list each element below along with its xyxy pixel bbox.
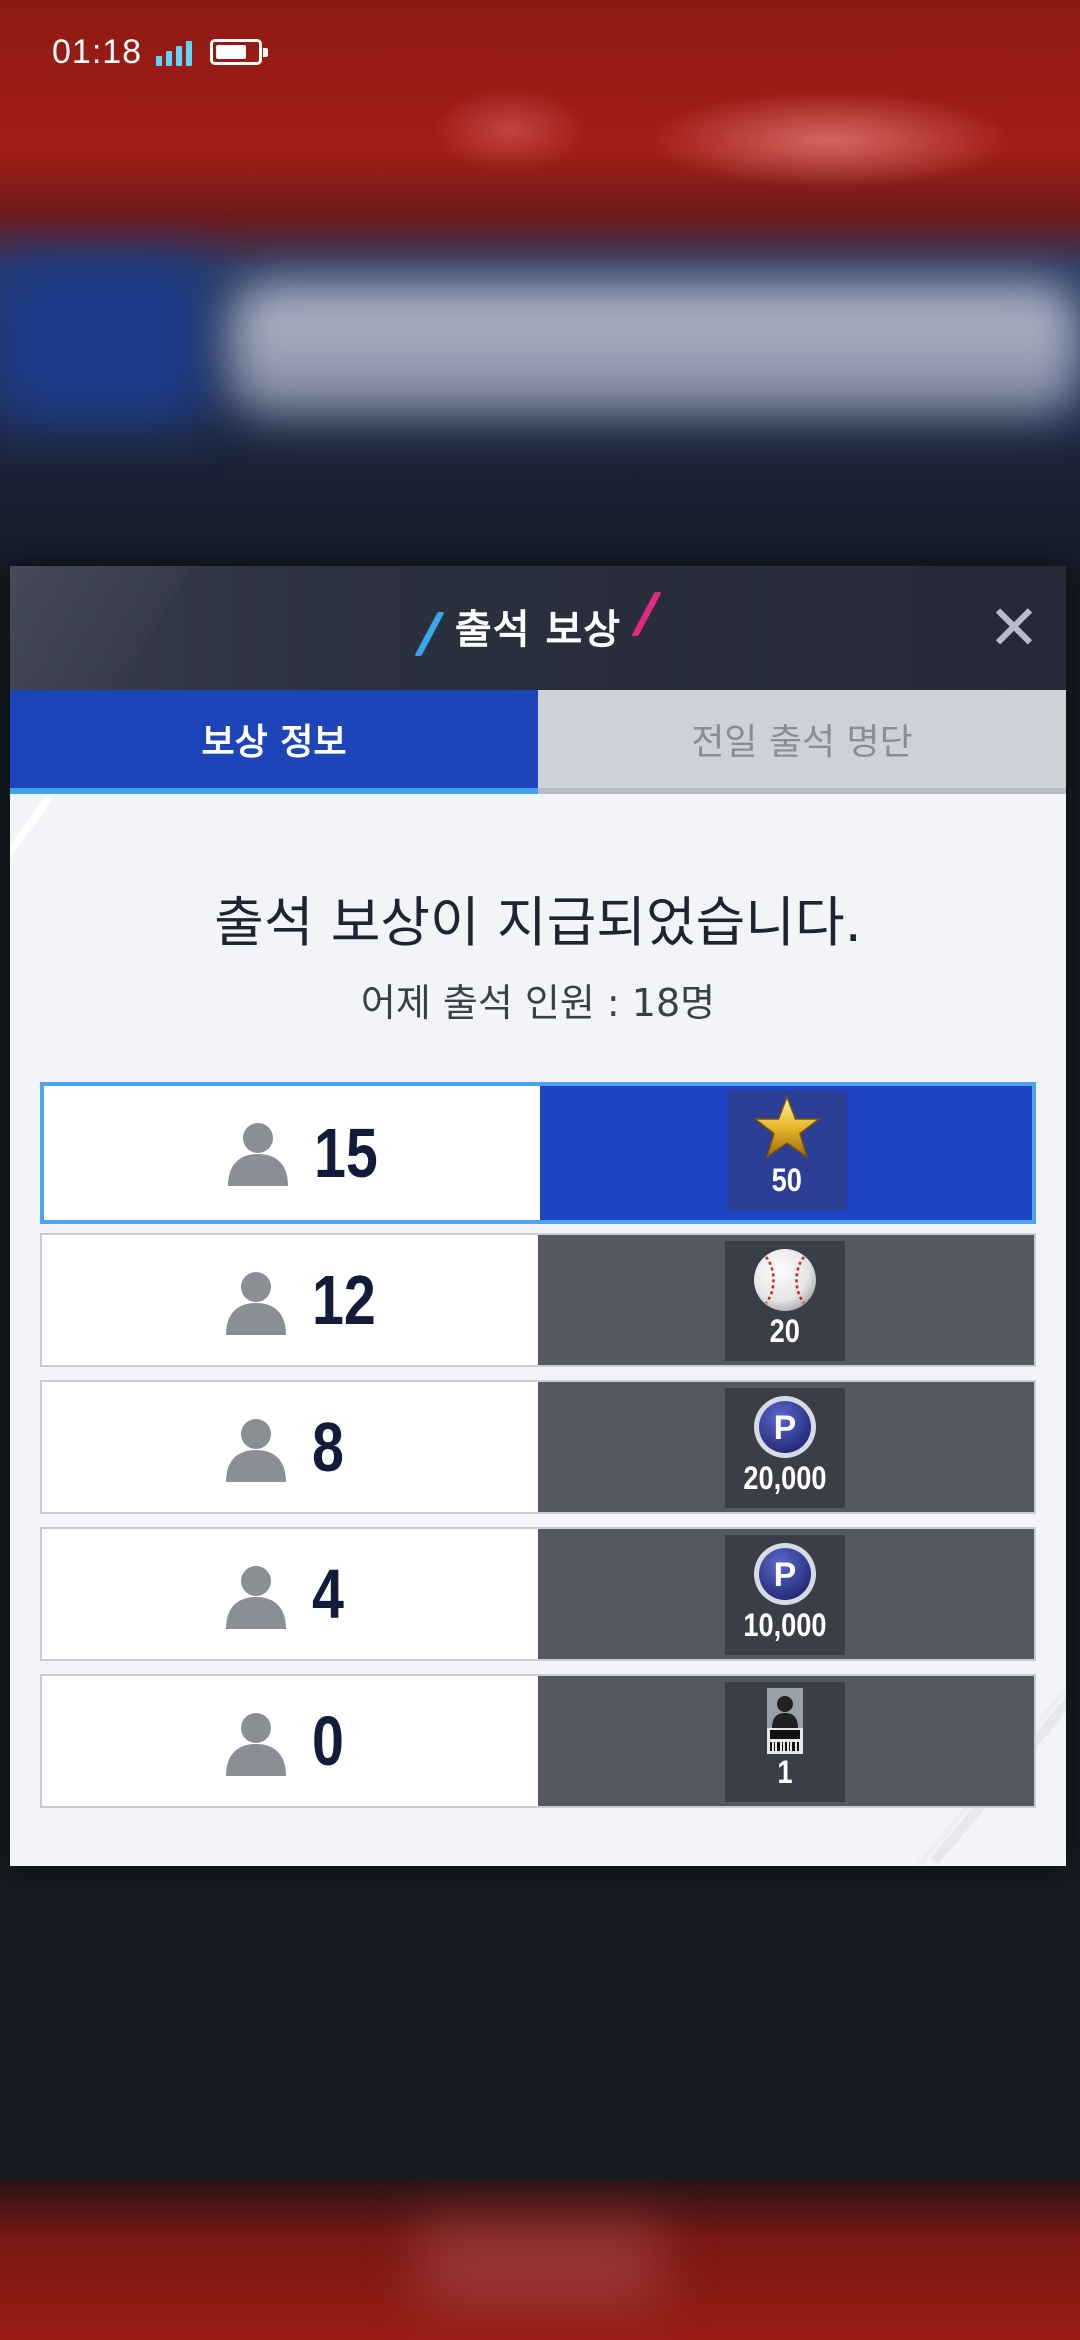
baseball-icon xyxy=(754,1249,816,1311)
attendee-count: 0 xyxy=(312,1702,344,1780)
tab-bar: 보상 정보 전일 출석 명단 xyxy=(10,690,1066,794)
svg-text:P: P xyxy=(774,1556,797,1594)
reward-tier-row: 8 P 20,000 xyxy=(40,1380,1036,1514)
background-blur-band xyxy=(230,285,1080,415)
signal-icon xyxy=(156,38,193,66)
reward-item: 50 xyxy=(727,1090,847,1210)
reward-tier-list: 15 50 12 20 8 P 20,000 4 P 10,000 0 1 xyxy=(40,1082,1040,1821)
reward-tier-row: 15 50 xyxy=(40,1082,1036,1224)
person-icon xyxy=(226,1419,286,1482)
person-icon xyxy=(226,1272,286,1335)
modal-title: 출석 보상 xyxy=(454,607,622,653)
attendee-count-cell: 15 xyxy=(44,1086,540,1220)
attendee-count-cell: 0 xyxy=(42,1676,538,1806)
attendance-reward-modal: 출석 보상 ✕ 보상 정보 전일 출석 명단 출석 보상이 지급되었습니다. 어… xyxy=(10,566,1066,1866)
reward-cell: 1 xyxy=(538,1676,1034,1806)
reward-item: P 20,000 xyxy=(725,1388,845,1508)
yesterday-attendance-count: 어제 출석 인원 : 18명 xyxy=(360,981,716,1025)
background-blur-left xyxy=(0,260,200,420)
blurred-background-bottom xyxy=(0,2180,1080,2340)
reward-amount: 50 xyxy=(771,1162,803,1198)
person-icon xyxy=(226,1566,286,1629)
background-glow xyxy=(420,2220,660,2310)
reward-amount: 10,000 xyxy=(743,1607,827,1643)
reward-item: 1 xyxy=(725,1682,845,1802)
reward-content: 출석 보상이 지급되었습니다. 어제 출석 인원 : 18명 15 50 12 … xyxy=(10,794,1066,1866)
reward-amount: 20 xyxy=(769,1313,801,1349)
star-icon xyxy=(752,1094,822,1159)
tab-previous-attendance-list[interactable]: 전일 출석 명단 xyxy=(538,690,1066,794)
reward-cell: 20 xyxy=(538,1235,1034,1365)
reward-tier-row: 12 20 xyxy=(40,1233,1036,1367)
reward-cell: 50 xyxy=(540,1086,1032,1220)
attendee-count: 8 xyxy=(312,1408,344,1486)
close-icon: ✕ xyxy=(988,591,1040,664)
reward-tier-row: 0 1 xyxy=(40,1674,1036,1808)
attendee-count-cell: 8 xyxy=(42,1382,538,1512)
person-icon xyxy=(226,1713,286,1776)
modal-title-wrap: 출석 보상 xyxy=(10,592,1066,656)
svg-text:P: P xyxy=(774,1409,797,1447)
attendee-count: 12 xyxy=(312,1261,376,1339)
title-slash-left-icon xyxy=(414,612,445,656)
point-coin-icon: P xyxy=(754,1543,816,1605)
reward-item: P 10,000 xyxy=(725,1535,845,1655)
attendee-count-cell: 4 xyxy=(42,1529,538,1659)
reward-cell: P 20,000 xyxy=(538,1382,1034,1512)
reward-tier-row: 4 P 10,000 xyxy=(40,1527,1036,1661)
close-button[interactable]: ✕ xyxy=(982,596,1046,660)
reward-amount: 20,000 xyxy=(743,1460,827,1496)
point-coin-icon: P xyxy=(754,1396,816,1458)
status-bar: 01:18 xyxy=(52,30,269,74)
battery-icon xyxy=(210,39,269,65)
person-icon xyxy=(228,1123,288,1186)
status-time: 01:18 xyxy=(52,32,143,71)
title-slash-right-icon xyxy=(631,592,662,636)
modal-header: 출석 보상 ✕ xyxy=(10,566,1066,690)
attendee-count-cell: 12 xyxy=(42,1235,538,1365)
reward-amount: 1 xyxy=(777,1754,793,1790)
attendee-count: 15 xyxy=(314,1114,378,1192)
reward-granted-message: 출석 보상이 지급되었습니다. xyxy=(214,891,862,954)
reward-cell: P 10,000 xyxy=(538,1529,1034,1659)
scout-ticket-icon xyxy=(767,1688,803,1754)
reward-item: 20 xyxy=(725,1241,845,1361)
blurred-background-top xyxy=(0,0,1080,570)
tab-reward-info[interactable]: 보상 정보 xyxy=(10,690,538,794)
attendee-count: 4 xyxy=(312,1555,344,1633)
